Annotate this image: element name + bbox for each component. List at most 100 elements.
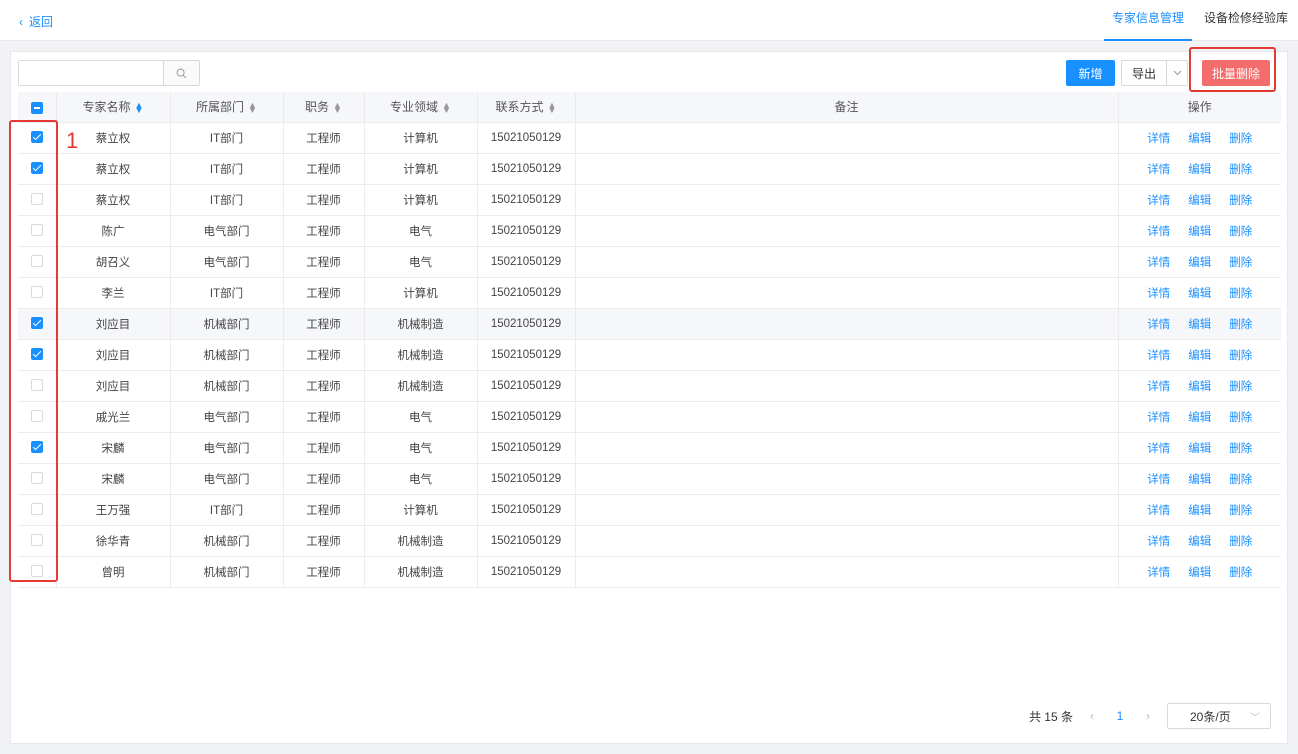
edit-link[interactable]: 编辑 — [1188, 471, 1211, 487]
table-row[interactable]: 徐华青 机械部门 工程师 机械制造 15021050129 详情 编辑 删除 — [18, 524, 1281, 556]
detail-link[interactable]: 详情 — [1147, 316, 1170, 332]
header-field[interactable]: 专业领域 ▲ ▼ — [364, 92, 478, 122]
table-row[interactable]: 宋麟 电气部门 工程师 电气 15021050129 详情 编辑 删除 — [18, 431, 1281, 463]
delete-link[interactable]: 删除 — [1229, 347, 1252, 363]
edit-link[interactable]: 编辑 — [1188, 285, 1211, 301]
delete-link[interactable]: 删除 — [1229, 130, 1252, 146]
detail-link[interactable]: 详情 — [1147, 533, 1170, 549]
table-row[interactable]: 刘应目 机械部门 工程师 机械制造 15021050129 详情 编辑 删除 — [18, 338, 1281, 370]
table-row[interactable]: 陈广 电气部门 工程师 电气 15021050129 详情 编辑 删除 — [18, 214, 1281, 246]
cell-dept: 机械部门 — [170, 369, 284, 401]
edit-link[interactable]: 编辑 — [1188, 378, 1211, 394]
detail-link[interactable]: 详情 — [1147, 440, 1170, 456]
sort-icon[interactable]: ▲ ▼ — [548, 101, 557, 115]
edit-link[interactable]: 编辑 — [1188, 502, 1211, 518]
edit-link[interactable]: 编辑 — [1188, 409, 1211, 425]
cell-remark — [575, 493, 1119, 525]
edit-link[interactable]: 编辑 — [1188, 161, 1211, 177]
detail-link[interactable]: 详情 — [1147, 223, 1170, 239]
cell-field: 电气 — [364, 245, 478, 277]
cell-contact: 15021050129 — [477, 555, 576, 588]
table-row[interactable]: 王万强 IT部门 工程师 计算机 15021050129 详情 编辑 删除 — [18, 493, 1281, 525]
sort-icon[interactable]: ▲ ▼ — [248, 101, 257, 115]
edit-link[interactable]: 编辑 — [1188, 440, 1211, 456]
cell-remark — [575, 462, 1119, 494]
prev-page-icon[interactable]: ‹ — [1083, 709, 1101, 723]
header-field-label: 专业领域 — [390, 100, 439, 115]
detail-link[interactable]: 详情 — [1147, 347, 1170, 363]
delete-link[interactable]: 删除 — [1229, 161, 1252, 177]
detail-link[interactable]: 详情 — [1147, 285, 1170, 301]
cell-name: 曾明 — [56, 555, 171, 588]
table-row[interactable]: 曾明 机械部门 工程师 机械制造 15021050129 详情 编辑 删除 — [18, 555, 1281, 588]
back-link[interactable]: ‹ 返回 — [19, 13, 53, 30]
header-select-all[interactable] — [18, 92, 57, 122]
delete-link[interactable]: 删除 — [1229, 254, 1252, 270]
detail-link[interactable]: 详情 — [1147, 130, 1170, 146]
search-button[interactable] — [163, 61, 199, 85]
export-button[interactable]: 导出 — [1121, 60, 1188, 86]
table-row[interactable]: 刘应目 机械部门 工程师 机械制造 15021050129 详情 编辑 删除 — [18, 307, 1281, 339]
delete-link[interactable]: 删除 — [1229, 471, 1252, 487]
table-row[interactable]: 宋麟 电气部门 工程师 电气 15021050129 详情 编辑 删除 — [18, 462, 1281, 494]
edit-link[interactable]: 编辑 — [1188, 533, 1211, 549]
header-name[interactable]: 专家名称 ▲ ▼ — [56, 92, 171, 122]
header-title[interactable]: 职务 ▲ ▼ — [283, 92, 365, 122]
tab-expert-info[interactable]: 专家信息管理 — [1102, 0, 1194, 41]
detail-link[interactable]: 详情 — [1147, 254, 1170, 270]
sort-icon[interactable]: ▲ ▼ — [442, 101, 451, 115]
edit-link[interactable]: 编辑 — [1188, 254, 1211, 270]
edit-link[interactable]: 编辑 — [1188, 130, 1211, 146]
detail-link[interactable]: 详情 — [1147, 192, 1170, 208]
delete-link[interactable]: 删除 — [1229, 378, 1252, 394]
delete-link[interactable]: 删除 — [1229, 564, 1252, 580]
add-button[interactable]: 新增 — [1066, 60, 1115, 86]
page-number[interactable]: 1 — [1111, 709, 1129, 723]
header-dept[interactable]: 所属部门 ▲ ▼ — [170, 92, 284, 122]
table-row[interactable]: 胡召义 电气部门 工程师 电气 15021050129 详情 编辑 删除 — [18, 245, 1281, 277]
header-contact[interactable]: 联系方式 ▲ ▼ — [477, 92, 576, 122]
table-row[interactable]: 蔡立权 IT部门 工程师 计算机 15021050129 详情 编辑 删除 — [18, 121, 1281, 153]
sort-icon[interactable]: ▲ ▼ — [135, 101, 144, 115]
detail-link[interactable]: 详情 — [1147, 471, 1170, 487]
search-input[interactable] — [19, 61, 163, 85]
tab-bar: 专家信息管理 设备检修经验库 — [1102, 0, 1298, 41]
delete-link[interactable]: 删除 — [1229, 285, 1252, 301]
page-size-select[interactable]: 20条/页 ﹀ — [1167, 703, 1271, 729]
edit-link[interactable]: 编辑 — [1188, 347, 1211, 363]
delete-link[interactable]: 删除 — [1229, 409, 1252, 425]
cell-title: 工程师 — [283, 307, 365, 339]
table-row[interactable]: 戚光兰 电气部门 工程师 电气 15021050129 详情 编辑 删除 — [18, 400, 1281, 432]
detail-link[interactable]: 详情 — [1147, 378, 1170, 394]
edit-link[interactable]: 编辑 — [1188, 192, 1211, 208]
edit-link[interactable]: 编辑 — [1188, 223, 1211, 239]
delete-link[interactable]: 删除 — [1229, 316, 1252, 332]
cell-field: 机械制造 — [364, 338, 478, 370]
table-row[interactable]: 刘应目 机械部门 工程师 机械制造 15021050129 详情 编辑 删除 — [18, 369, 1281, 401]
cell-actions: 详情 编辑 删除 — [1118, 462, 1281, 494]
sort-icon[interactable]: ▲ ▼ — [333, 101, 342, 115]
cell-title: 工程师 — [283, 276, 365, 308]
edit-link[interactable]: 编辑 — [1188, 316, 1211, 332]
delete-link[interactable]: 删除 — [1229, 502, 1252, 518]
export-label[interactable]: 导出 — [1122, 61, 1167, 85]
tab-equipment-repair-library[interactable]: 设备检修经验库 — [1194, 0, 1298, 41]
table-row[interactable]: 李兰 IT部门 工程师 计算机 15021050129 详情 编辑 删除 — [18, 276, 1281, 308]
detail-link[interactable]: 详情 — [1147, 564, 1170, 580]
delete-link[interactable]: 删除 — [1229, 440, 1252, 456]
detail-link[interactable]: 详情 — [1147, 161, 1170, 177]
detail-link[interactable]: 详情 — [1147, 502, 1170, 518]
cell-field: 计算机 — [364, 183, 478, 215]
detail-link[interactable]: 详情 — [1147, 409, 1170, 425]
delete-link[interactable]: 删除 — [1229, 533, 1252, 549]
table-row[interactable]: 蔡立权 IT部门 工程师 计算机 15021050129 详情 编辑 删除 — [18, 183, 1281, 215]
select-all-checkbox[interactable] — [30, 101, 43, 114]
table-row[interactable]: 蔡立权 IT部门 工程师 计算机 15021050129 详情 编辑 删除 — [18, 152, 1281, 184]
delete-link[interactable]: 删除 — [1229, 223, 1252, 239]
chevron-down-icon[interactable] — [1167, 61, 1187, 85]
delete-link[interactable]: 删除 — [1229, 192, 1252, 208]
highlight-box-checkbox-column — [9, 120, 58, 582]
next-page-icon[interactable]: › — [1139, 709, 1157, 723]
edit-link[interactable]: 编辑 — [1188, 564, 1211, 580]
cell-contact: 15021050129 — [477, 214, 576, 246]
